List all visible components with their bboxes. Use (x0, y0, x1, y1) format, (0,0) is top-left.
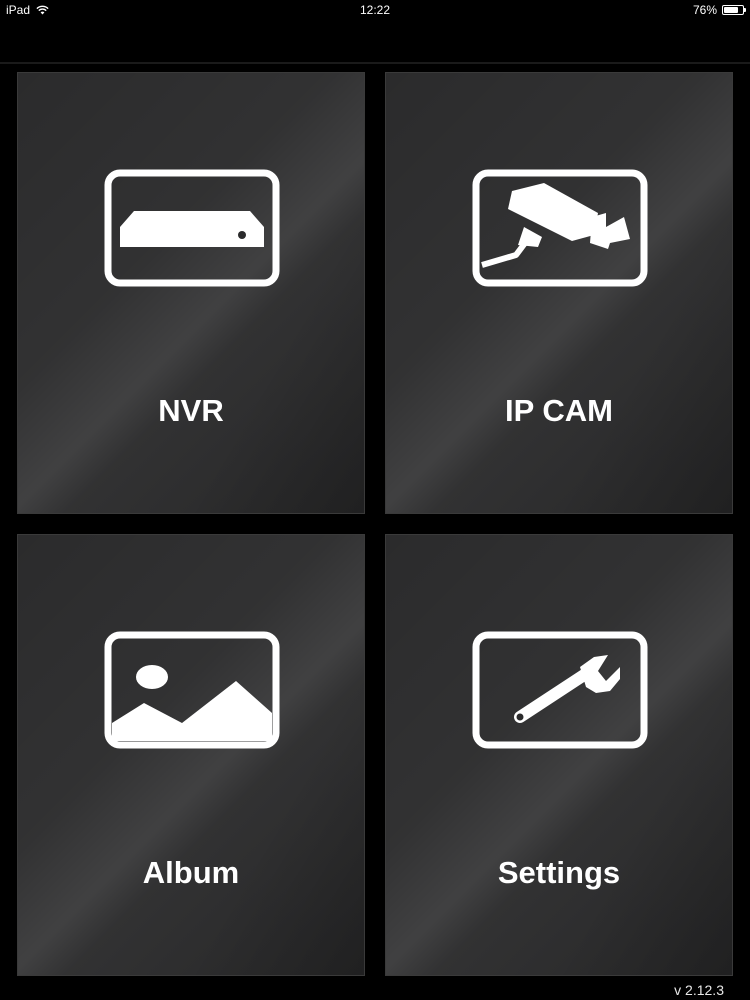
battery-level-fill (724, 7, 738, 13)
settings-tile-button[interactable]: Settings (385, 534, 733, 976)
album-tile-button[interactable]: Album (17, 534, 365, 976)
settings-label: Settings (497, 855, 621, 890)
status-bar: iPad 12:22 76% (0, 0, 750, 20)
photo-album-icon (104, 631, 280, 749)
status-right: 76% (692, 3, 746, 17)
status-time: 12:22 (359, 3, 391, 17)
nvr-label: NVR (158, 393, 224, 428)
battery-icon (722, 5, 746, 15)
ip-cam-tile-button[interactable]: IP CAM (385, 72, 733, 514)
header-divider (0, 62, 750, 64)
wrench-icon (472, 631, 648, 749)
app-screen: iPad 12:22 76% NVR IP CAM Album Settings… (0, 0, 750, 1000)
battery-percentage: 76% (692, 3, 717, 17)
security-camera-icon (472, 169, 648, 287)
nvr-recorder-icon (104, 169, 280, 287)
nvr-tile-button[interactable]: NVR (17, 72, 365, 514)
ip-cam-label: IP CAM (505, 393, 613, 428)
app-version: v 2.12.3 (674, 982, 724, 998)
album-label: Album (142, 855, 240, 890)
